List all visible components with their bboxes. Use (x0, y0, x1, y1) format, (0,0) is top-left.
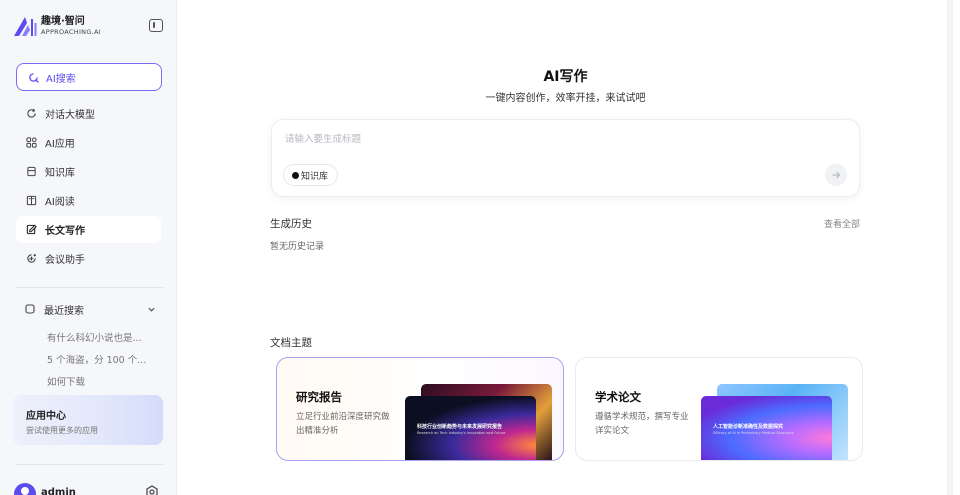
scrollbar[interactable] (947, 0, 953, 495)
apps-grid-icon (26, 137, 37, 148)
brand-name-cn: 趣境·智问 (41, 15, 85, 27)
sidebar-divider (16, 287, 164, 288)
empty-history-text: 暂无历史记录 (270, 242, 325, 252)
prompt-box: 知识库 (271, 119, 860, 197)
sidebar: 趣境·智问 APPROACHING.AI AI搜索 对话大模型 AI应用 知识库… (0, 0, 177, 495)
logo[interactable]: 趣境·智问 APPROACHING.AI (13, 15, 101, 37)
sidebar-item-chat[interactable]: 对话大模型 (16, 100, 161, 127)
sidebar-item-meeting-assistant[interactable]: 会议助手 (16, 245, 161, 272)
logo-mark-icon (14, 17, 37, 36)
app-center-subtitle: 尝试使用更多的应用 (26, 426, 98, 435)
page-subtitle: 一键内容创作，效率开挂，来试试吧 (485, 93, 646, 104)
recent-search-title: 最近搜索 (44, 305, 84, 317)
logo-text: 趣境·智问 APPROACHING.AI (41, 15, 102, 36)
cover-subtitle: Efficacy of AI in Preliminary Medical Di… (713, 431, 794, 435)
list-item[interactable]: 5 个海盗，分 100 个... (47, 353, 146, 375)
sidebar-item-ai-reading[interactable]: AI阅读 (16, 187, 161, 214)
avatar[interactable] (14, 483, 36, 495)
card-title: 学术论文 (595, 390, 641, 404)
send-button[interactable] (825, 164, 847, 186)
settings-icon[interactable] (145, 485, 159, 495)
history-title: 生成历史 (270, 218, 312, 230)
list-item[interactable]: 有什么科幻小说也是... (47, 331, 146, 353)
cover-front-image: 科技行业创新趋势与未来发展研究报告 Research on Tech Indus… (405, 396, 536, 460)
topics-title: 文档主题 (270, 337, 312, 349)
book-open-icon (26, 195, 37, 206)
search-icon (29, 72, 39, 83)
sidebar-item-label: 会议助手 (45, 255, 85, 266)
sidebar-item-label: AI阅读 (45, 197, 75, 208)
app-center-title: 应用中心 (26, 411, 66, 422)
cover-subtitle: Research on Tech Industry's Innovation a… (417, 431, 506, 435)
sidebar-item-ai-apps[interactable]: AI应用 (16, 129, 161, 156)
main-content: AI写作 一键内容创作，效率开挂，来试试吧 知识库 生成历史 查看全部 暂无历史… (178, 0, 953, 495)
dot-icon (292, 171, 299, 179)
ai-search-label: AI搜索 (46, 73, 76, 85)
list-item[interactable]: 如何下载 (47, 375, 146, 397)
sidebar-divider (16, 464, 164, 465)
recent-search-toggle[interactable]: 最近搜索 (16, 300, 156, 318)
sidebar-nav: 对话大模型 AI应用 知识库 AI阅读 长文写作 会议助手 (16, 100, 161, 274)
chat-refresh-icon (27, 108, 36, 118)
sidebar-item-label: 长文写作 (45, 226, 85, 237)
recent-search-list: 有什么科幻小说也是... 5 个海盗，分 100 个... 如何下载 (47, 331, 146, 397)
card-description: 遵循学术规范，撰写专业详实论文 (595, 412, 689, 436)
knowledge-base-chip[interactable]: 知识库 (283, 164, 339, 186)
edit-document-icon (26, 224, 37, 235)
card-description: 立足行业前沿深度研究做出精准分析 (296, 412, 390, 436)
sidebar-item-label: AI应用 (45, 139, 75, 150)
title-input[interactable] (285, 130, 805, 148)
meeting-icon (27, 254, 36, 263)
sidebar-item-long-writing[interactable]: 长文写作 (16, 216, 161, 243)
app-center-card[interactable]: 应用中心 尝试使用更多的应用 (13, 395, 163, 445)
user-name: admin (41, 487, 76, 495)
ai-search-button[interactable]: AI搜索 (16, 63, 162, 91)
sidebar-item-label: 知识库 (45, 168, 75, 179)
topic-card-research-report[interactable]: 研究报告 立足行业前沿深度研究做出精准分析 科技行业创新趋势与未来发展研究报告 … (276, 357, 564, 461)
page-title: AI写作 (543, 69, 588, 85)
cover-title: 科技行业创新趋势与未来发展研究报告 (417, 424, 503, 430)
collapse-sidebar-icon[interactable] (149, 19, 163, 32)
arrow-right-icon (832, 171, 841, 179)
knowledge-base-chip-label: 知识库 (301, 171, 329, 182)
cover-title: 人工智能诊断准确性及数据探究 (713, 424, 784, 430)
cover-front-image: 人工智能诊断准确性及数据探究 Efficacy of AI in Prelimi… (701, 396, 832, 460)
history-box-icon (25, 304, 35, 314)
brand-name-en: APPROACHING.AI (41, 27, 102, 36)
card-title: 研究报告 (296, 390, 342, 404)
sidebar-item-label: 对话大模型 (45, 110, 95, 121)
topic-card-academic-paper[interactable]: 学术论文 遵循学术规范，撰写专业详实论文 人工智能诊断准确性及数据探究 Effi… (575, 357, 863, 461)
database-icon (27, 166, 36, 177)
view-all-link[interactable]: 查看全部 (824, 217, 860, 230)
sidebar-item-knowledge-base[interactable]: 知识库 (16, 158, 161, 185)
chevron-down-icon (148, 307, 155, 312)
